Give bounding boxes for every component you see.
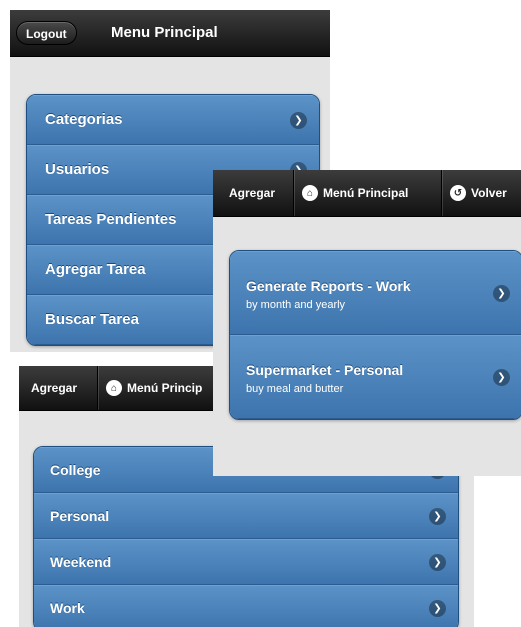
back-button-label: Volver (471, 186, 507, 200)
list-item-label: Buscar Tarea (45, 311, 139, 328)
task-subtitle: buy meal and butter (246, 383, 344, 395)
header-bar: Logout Menu Principal (10, 10, 330, 57)
task-title: Generate Reports - Work (246, 278, 411, 294)
list-item-label: Usuarios (45, 161, 110, 178)
add-button-label: Agregar (31, 381, 78, 395)
task-subtitle: by month and yearly (246, 299, 346, 311)
list-item-label: Work (50, 600, 85, 616)
list-item-label: Categorias (45, 111, 123, 128)
list-item-label: Weekend (50, 554, 112, 570)
add-button-label: Agregar (229, 186, 276, 200)
list-item[interactable]: Work ❯ (34, 585, 458, 627)
home-button-label: Menú Princip (127, 381, 203, 395)
home-icon: ⌂ (302, 185, 318, 201)
list-item-label: Tareas Pendientes (45, 211, 177, 228)
list-item-label: Agregar Tarea (45, 261, 146, 278)
chevron-right-icon: ❯ (290, 112, 307, 129)
home-button[interactable]: ⌂ Menú Principal (293, 170, 441, 216)
back-button[interactable]: ↺ Volver (441, 170, 521, 216)
logout-button[interactable]: Logout (16, 21, 77, 45)
list-item[interactable]: Supermarket - Personal buy meal and butt… (230, 335, 521, 419)
screen-tasks: Agregar ⌂ Menú Principal ↺ Volver Genera… (213, 170, 521, 476)
list-item[interactable]: Weekend ❯ (34, 539, 458, 585)
chevron-right-icon: ❯ (429, 554, 446, 571)
chevron-right-icon: ❯ (429, 600, 446, 617)
page-title: Menu Principal (111, 24, 218, 41)
chevron-right-icon: ❯ (493, 285, 510, 302)
home-icon: ⌂ (106, 380, 122, 396)
home-button[interactable]: ⌂ Menú Princip (97, 366, 227, 410)
list-item-label: College (50, 462, 101, 478)
add-button[interactable]: Agregar (19, 366, 97, 410)
back-icon: ↺ (450, 185, 466, 201)
chevron-right-icon: ❯ (493, 369, 510, 386)
list-item-label: Personal (50, 508, 110, 524)
task-list: Generate Reports - Work by month and yea… (229, 250, 521, 420)
chevron-right-icon: ❯ (429, 508, 446, 525)
task-title: Supermarket - Personal (246, 362, 404, 378)
list-item[interactable]: Categorias ❯ (27, 95, 319, 145)
list-item[interactable]: Generate Reports - Work by month and yea… (230, 251, 521, 335)
add-button[interactable]: Agregar (213, 170, 293, 216)
list-item[interactable]: Personal ❯ (34, 493, 458, 539)
header-bar: Agregar ⌂ Menú Principal ↺ Volver (213, 170, 521, 217)
home-button-label: Menú Principal (323, 186, 409, 200)
